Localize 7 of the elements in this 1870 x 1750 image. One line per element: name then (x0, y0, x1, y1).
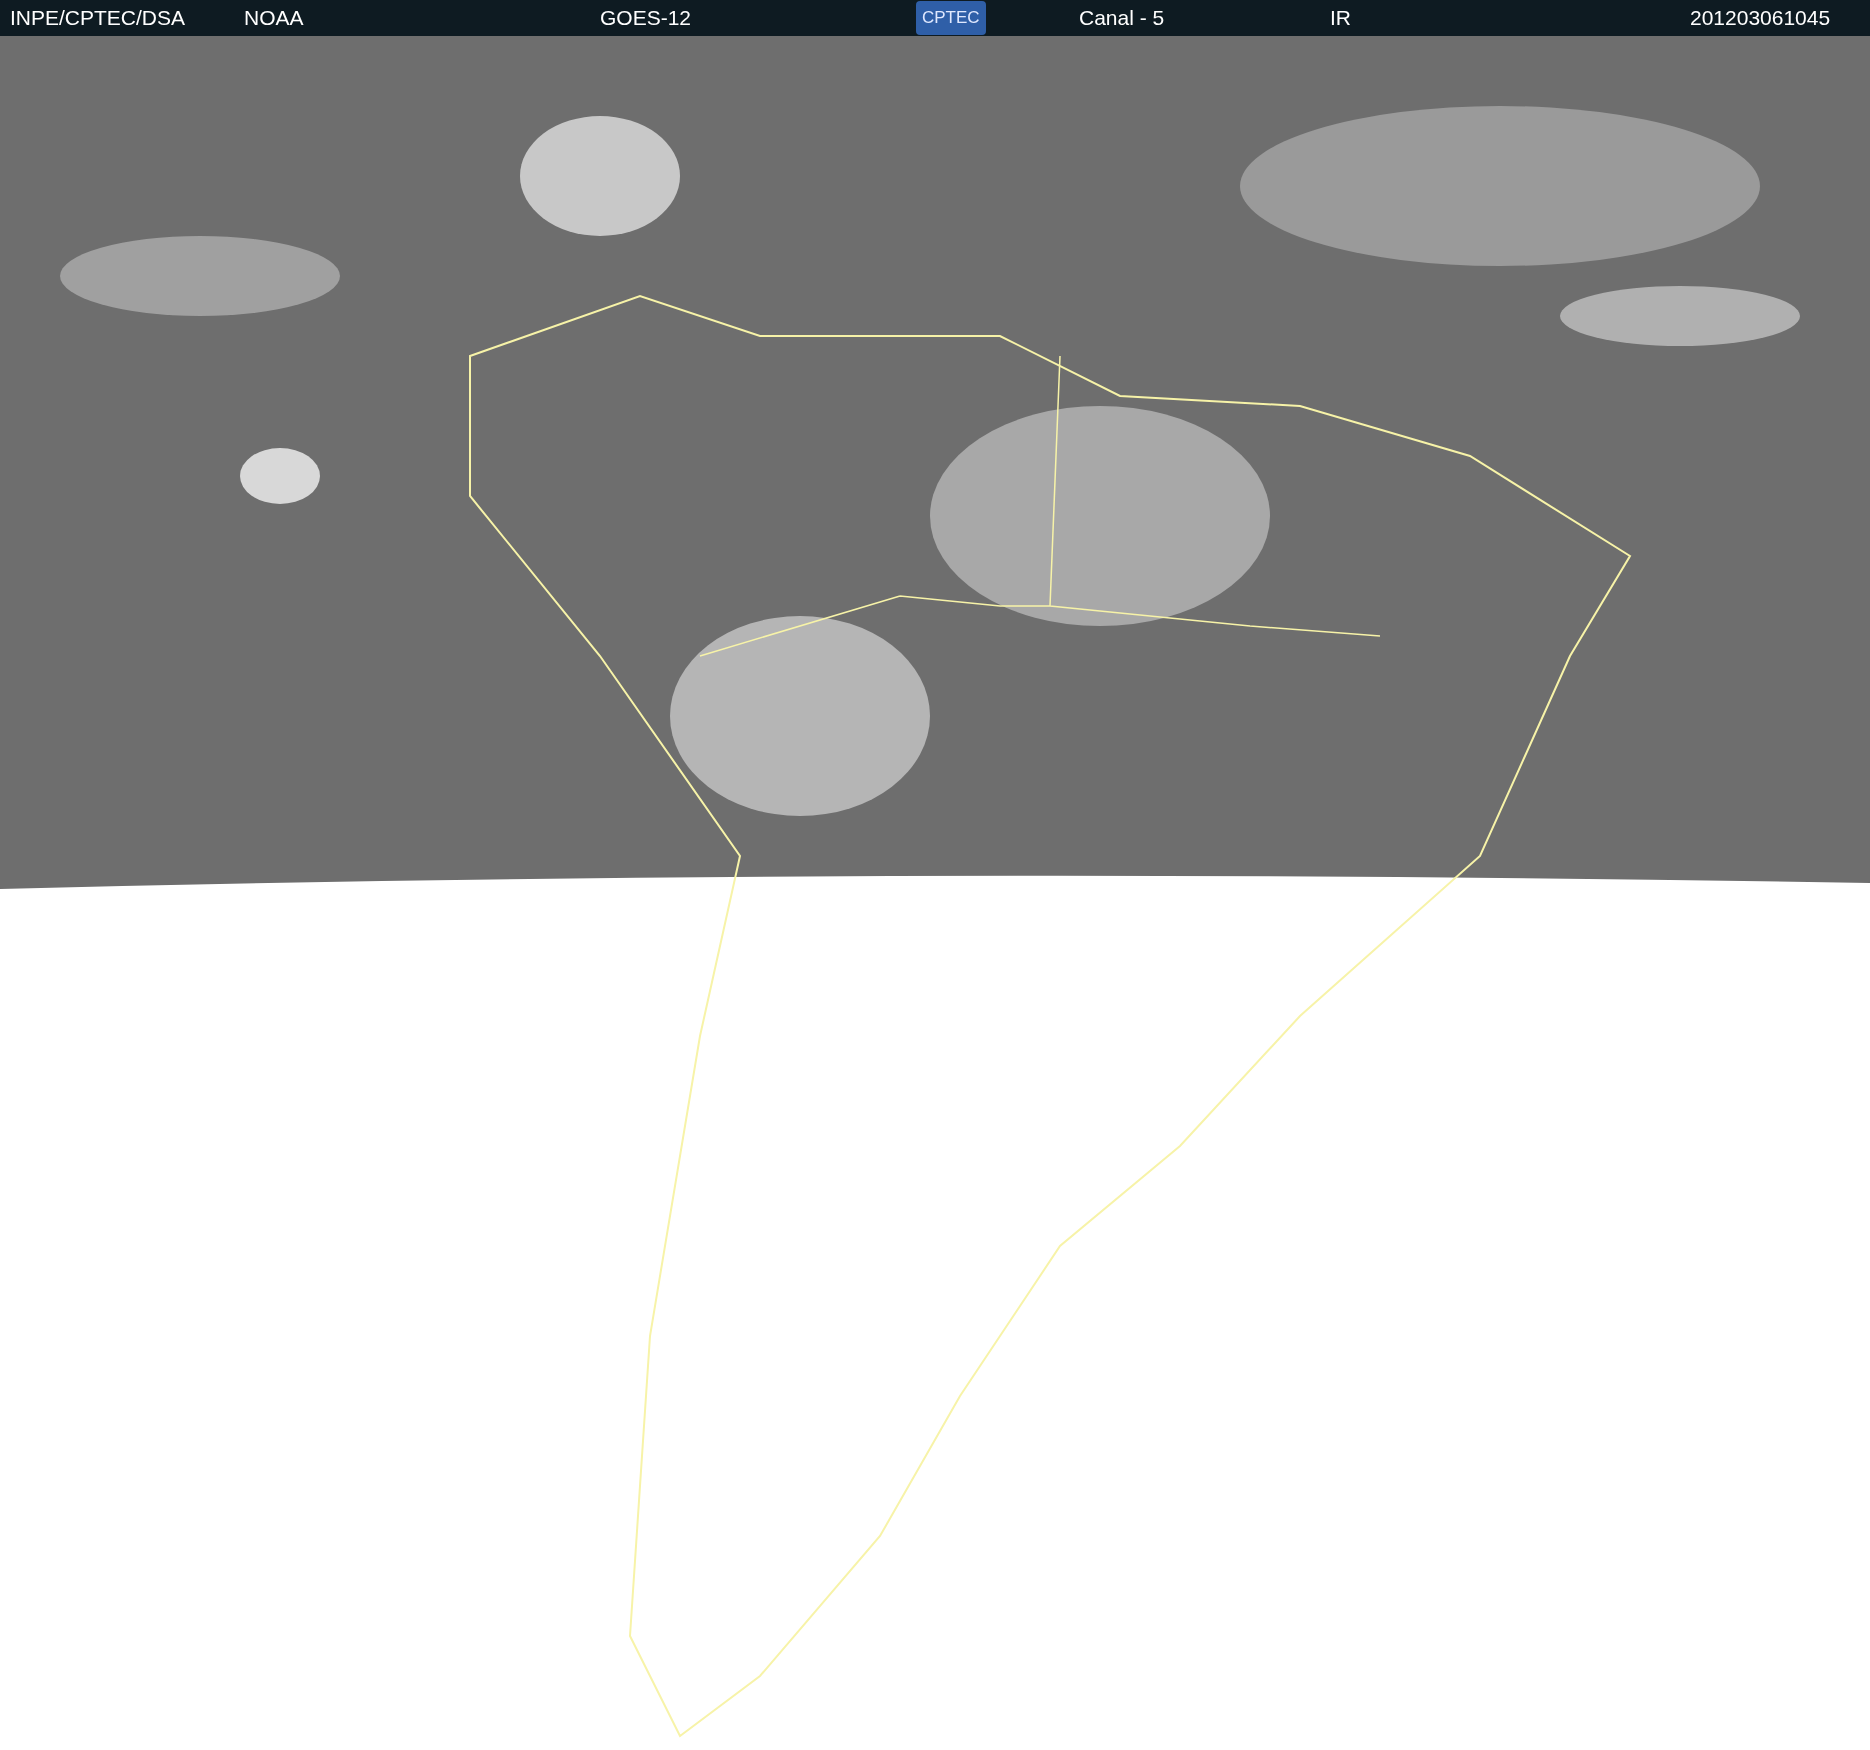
header-label: NOAA (244, 6, 304, 30)
header-label: INPE/CPTEC/DSA (10, 6, 186, 30)
logo: CPTEC (916, 1, 986, 35)
header-label: IR (1330, 6, 1351, 30)
header-label: 201203061045 (1690, 6, 1831, 30)
header-label: Canal - 5 (1079, 6, 1165, 30)
header-label: GOES-12 (600, 6, 692, 30)
